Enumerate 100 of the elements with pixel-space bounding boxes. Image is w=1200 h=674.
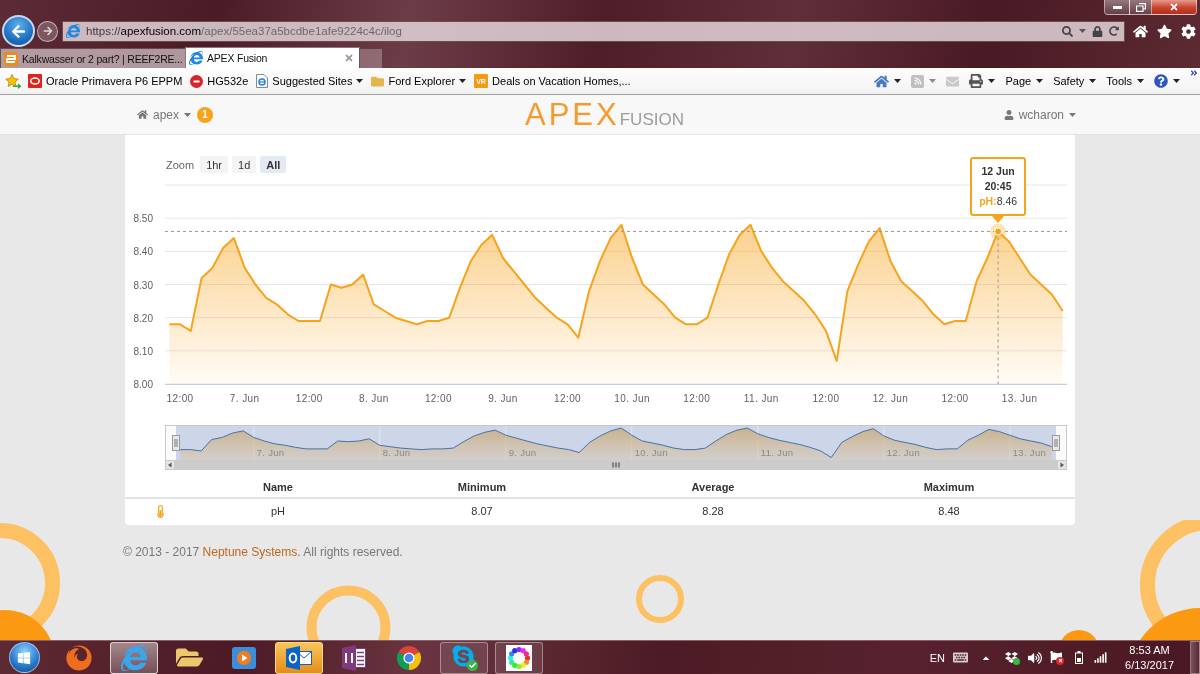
- restore-button[interactable]: [1129, 0, 1152, 15]
- forward-button[interactable]: [37, 20, 58, 42]
- x-axis-label: 12:00: [166, 393, 194, 404]
- start-orb-icon: [8, 642, 40, 673]
- ring-decoration: [636, 575, 684, 623]
- caret-icon: [184, 112, 192, 117]
- tooltip-value: pH:8.46: [979, 194, 1018, 210]
- forward-arrow-icon: [42, 26, 53, 36]
- toolbar-button[interactable]: [874, 73, 902, 89]
- grip-icon: [612, 462, 620, 468]
- e-logo-icon: [66, 24, 80, 38]
- lock-icon[interactable]: [1092, 25, 1103, 37]
- x-axis-label: 12:00: [295, 393, 323, 404]
- caret-icon: [459, 79, 467, 83]
- tooltip-date: 12 Jun: [981, 164, 1015, 180]
- zoom-button[interactable]: 1d: [232, 156, 257, 173]
- round-badge-icon: [190, 74, 204, 88]
- sync-status-icon[interactable]: [1005, 650, 1021, 665]
- navigator-date-label: 7. Jun: [256, 447, 285, 458]
- flag-icon[interactable]: [1050, 650, 1065, 665]
- zoom-button[interactable]: All: [260, 156, 287, 173]
- y-axis-label: 8.20: [133, 312, 153, 324]
- x-axis-label: 12:00: [941, 393, 969, 404]
- x-axis-label: 13. Jun: [1001, 393, 1038, 404]
- menu-button[interactable]: Safety: [1053, 75, 1097, 87]
- right-arrow-icon: [1060, 462, 1064, 468]
- navigator-date-label: 11. Jun: [760, 447, 794, 458]
- scroll-left-button[interactable]: [165, 460, 175, 470]
- refresh-icon[interactable]: [1109, 26, 1119, 36]
- restore-icon: [1135, 2, 1146, 12]
- more-chevron-icon[interactable]: [1190, 69, 1198, 77]
- web-page-icon: [256, 74, 269, 88]
- notebook-icon: [342, 644, 366, 671]
- scrollbar-thumb[interactable]: [175, 460, 1057, 470]
- taskbar-app-button[interactable]: [275, 641, 323, 674]
- language-indicator[interactable]: EN: [929, 651, 946, 664]
- caret-icon[interactable]: [1079, 29, 1086, 33]
- caret-icon: [929, 79, 937, 83]
- x-axis-label: 12:00: [812, 393, 840, 404]
- address-bar[interactable]: https://apexfusion.com/apex/55ea37a5bcdbe1afe9224c4c/ilog: [62, 20, 1125, 42]
- back-arrow-icon: [11, 23, 26, 39]
- minimize-button[interactable]: [1104, 0, 1130, 15]
- favorite-link[interactable]: Oracle Primavera P6 EPPM: [28, 74, 183, 88]
- ring-tile-icon: [28, 74, 42, 88]
- navigator-date-label: 13. Jun: [1012, 447, 1047, 458]
- user-menu[interactable]: wcharon: [1003, 107, 1076, 122]
- browser-tab[interactable]: APEX Fusion: [185, 47, 360, 68]
- favorite-link[interactable]: Suggested Sites: [256, 74, 364, 88]
- show-desktop-button[interactable]: [1190, 641, 1200, 674]
- color-wheel-icon: [506, 644, 532, 671]
- left-arrow-icon: [168, 462, 172, 468]
- home-icon[interactable]: [1133, 23, 1148, 39]
- folder-icon: [371, 74, 385, 88]
- favorite-link[interactable]: HG532e: [190, 74, 249, 88]
- zoom-label: Zoom: [166, 158, 195, 171]
- play-icon: [232, 646, 256, 669]
- fox-globe-icon: [66, 644, 92, 671]
- range-handle[interactable]: [1052, 435, 1060, 451]
- mail-app-icon: [286, 645, 312, 670]
- feed-icon: [911, 74, 925, 88]
- volume-icon[interactable]: [1028, 650, 1043, 665]
- printer-icon: [969, 74, 984, 88]
- caret-icon: [356, 79, 364, 83]
- range-handle[interactable]: [172, 435, 180, 451]
- x-axis-label: 12:00: [424, 393, 452, 404]
- browser-tab[interactable]: Kalkwasser or 2 part? | REEF2RE...: [0, 48, 186, 68]
- caret-icon: [1036, 79, 1044, 83]
- keyboard-icon[interactable]: [953, 650, 969, 665]
- y-axis-label: 8.30: [133, 279, 153, 291]
- tooltip-time: 20:45: [984, 179, 1012, 195]
- x-axis-label: 7. Jun: [229, 393, 260, 404]
- settings-icon[interactable]: [1181, 23, 1196, 39]
- y-axis-label: 8.10: [133, 345, 153, 357]
- search-icon[interactable]: [1062, 25, 1073, 37]
- add-favorites-icon[interactable]: [5, 73, 22, 89]
- signal-icon[interactable]: [1094, 651, 1108, 664]
- star-icon[interactable]: [1157, 23, 1172, 39]
- copyright-text: © 2013 - 2017 Neptune Systems. All rights reserved.: [123, 545, 404, 559]
- column-header: Average: [691, 481, 735, 493]
- navigator-date-label: 8. Jun: [382, 447, 411, 458]
- close-button[interactable]: [1151, 0, 1197, 15]
- close-tab-icon[interactable]: [344, 53, 354, 63]
- y-axis-label: 8.50: [133, 213, 153, 225]
- scroll-right-button[interactable]: [1057, 460, 1067, 470]
- caret-icon: [1089, 79, 1097, 83]
- table-cell: pH: [270, 505, 286, 517]
- x-axis-label: 12:00: [683, 393, 711, 404]
- x-axis-label: 11. Jun: [743, 393, 779, 404]
- e-logo-icon: [121, 644, 147, 671]
- x-axis-label: 12:00: [554, 393, 582, 404]
- menu-button[interactable]: Page: [1005, 75, 1044, 87]
- zoom-button[interactable]: 1hr: [200, 156, 229, 173]
- toolbar-button[interactable]: [1154, 74, 1180, 88]
- home-menu[interactable]: apex: [137, 107, 192, 122]
- menu-button[interactable]: Tools: [1106, 75, 1144, 87]
- clock-button[interactable]: 8:53 AM 6/13/2017: [1125, 642, 1174, 673]
- favorite-link[interactable]: Ford Explorer: [371, 74, 467, 88]
- toolbar-button[interactable]: [969, 74, 996, 88]
- battery-icon[interactable]: [1075, 651, 1084, 664]
- back-button[interactable]: [2, 15, 35, 47]
